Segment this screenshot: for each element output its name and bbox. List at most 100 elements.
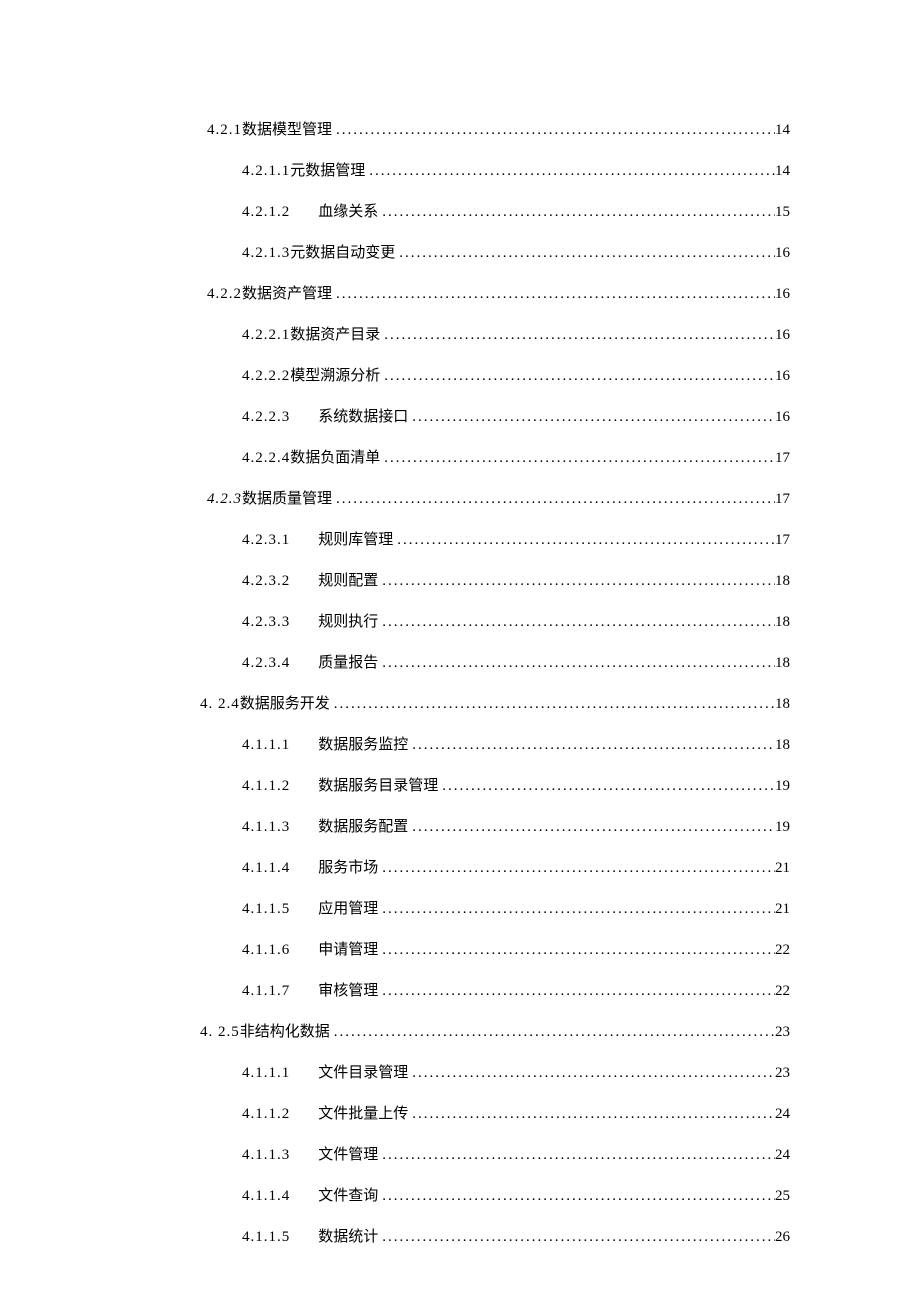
toc-page-number: 16 [775,366,790,387]
toc-entry[interactable]: 4.1.1.1文件目录管理23 [200,1063,790,1084]
toc-entry[interactable]: 4.2.2数据资产管理16 [200,284,790,305]
toc-leader-dots [378,653,775,674]
toc-leader-dots [330,1022,775,1043]
toc-page-number: 15 [775,202,790,223]
toc-leader-dots [332,120,775,141]
toc-title: 审核管理 [318,981,378,1002]
toc-leader-dots [408,1063,775,1084]
toc-entry[interactable]: 4.2.3.1规则库管理17 [200,530,790,551]
toc-number: 4.2.2.2 [242,366,290,387]
toc-leader-dots [380,325,775,346]
toc-number: 4.1.1.3 [242,1145,290,1166]
toc-leader-dots [378,940,775,961]
toc-entry[interactable]: 4.2.1数据模型管理14 [200,120,790,141]
toc-number: 4.2.3.2 [242,571,290,592]
toc-leader-dots [378,981,775,1002]
toc-number: 4.2.3.3 [242,612,290,633]
toc-entry[interactable]: 4. 2.5非结构化数据23 [200,1022,790,1043]
toc-entry[interactable]: 4.2.2.3系统数据接口16 [200,407,790,428]
toc-page-number: 18 [775,694,790,715]
toc-page-number: 22 [775,981,790,1002]
toc-page-number: 24 [775,1145,790,1166]
toc-title: 规则库管理 [318,530,393,551]
toc-entry[interactable]: 4.2.1.2血缘关系15 [200,202,790,223]
toc-title: 非结构化数据 [240,1022,330,1043]
toc-number: 4.1.1.3 [242,817,290,838]
toc-entry[interactable]: 4.1.1.6 申请管理 22 [200,940,790,961]
toc-leader-dots [378,899,775,920]
toc-number: 4.1.1.4 [242,1186,290,1207]
toc-number: 4.2.3 [207,489,242,510]
toc-leader-dots [332,284,775,305]
toc-entry[interactable]: 4.1.1.3文件管理24 [200,1145,790,1166]
toc-title: 文件目录管理 [318,1063,408,1084]
toc-page-number: 18 [775,653,790,674]
toc-title: 数据服务监控 [318,735,408,756]
toc-number: 4.2.2.3 [242,407,290,428]
toc-title: 数据统计 [318,1227,378,1248]
toc-leader-dots [408,735,775,756]
toc-page-number: 16 [775,284,790,305]
toc-page-number: 17 [775,448,790,469]
toc-page-number: 22 [775,940,790,961]
toc-title: 元数据自动变更 [290,243,395,264]
toc-number: 4.2.1.1 [242,161,290,182]
toc-leader-dots [378,202,775,223]
toc-entry[interactable]: 4.2.2.1数据资产目录16 [200,325,790,346]
toc-entry[interactable]: 4.2.3数据质量管理 17 [200,489,790,510]
toc-entry[interactable]: 4.2.2.4数据负面清单17 [200,448,790,469]
toc-page-number: 26 [775,1227,790,1248]
toc-number: 4.1.1.5 [242,1227,290,1248]
toc-title: 服务市场 [318,858,378,879]
toc-title: 质量报告 [318,653,378,674]
toc-entry[interactable]: 4.1.1.5 数据统计 26 [200,1227,790,1248]
toc-entry[interactable]: 4.1.1.3 数据服务配置 19 [200,817,790,838]
toc-number: 4.1.1.7 [242,981,290,1002]
toc-page-number: 23 [775,1022,790,1043]
toc-entry[interactable]: 4.2.1.1元数据管理14 [200,161,790,182]
toc-entry[interactable]: 4.1.1.4服务市场21 [200,858,790,879]
toc-leader-dots [378,1227,775,1248]
toc-page-number: 21 [775,858,790,879]
toc-entry[interactable]: 4.1.1.7 审核管理 22 [200,981,790,1002]
toc-entry[interactable]: 4.2.1.3元数据自动变更16 [200,243,790,264]
toc-leader-dots [408,1104,775,1125]
toc-leader-dots [378,1186,775,1207]
toc-title: 数据服务配置 [318,817,408,838]
toc-entry[interactable]: 4. 2.4数据服务开发18 [200,694,790,715]
toc-entry[interactable]: 4.2.2.2模型溯源分析 16 [200,366,790,387]
toc-number: 4.1.1.2 [242,776,290,797]
toc-number: 4.2.1 [207,120,242,141]
toc-page-number: 16 [775,243,790,264]
toc-title: 模型溯源分析 [290,366,380,387]
toc-leader-dots [365,161,775,182]
toc-title: 数据资产管理 [242,284,332,305]
toc-number: 4.1.1.1 [242,735,290,756]
toc-page-number: 18 [775,735,790,756]
toc-title: 数据质量管理 [242,489,332,510]
toc-page-number: 25 [775,1186,790,1207]
toc-title: 应用管理 [318,899,378,920]
toc-entry[interactable]: 4.1.1.2数据服务目录管理19 [200,776,790,797]
toc-entry[interactable]: 4.2.3.2规则配置18 [200,571,790,592]
toc-leader-dots [408,817,775,838]
toc-number: 4.1.1.6 [242,940,290,961]
toc-page-number: 19 [775,817,790,838]
toc-entry[interactable]: 4.2.3.4质量报告18 [200,653,790,674]
toc-title: 数据资产目录 [290,325,380,346]
toc-title: 申请管理 [318,940,378,961]
toc-entry[interactable]: 4.1.1.4文件查询25 [200,1186,790,1207]
toc-page-number: 17 [775,489,790,510]
toc-number: 4. 2.4 [200,694,240,715]
toc-entry[interactable]: 4.1.1.1 数据服务监控 18 [200,735,790,756]
toc-leader-dots [380,448,775,469]
toc-leader-dots [438,776,775,797]
toc-entry[interactable]: 4.2.3.3规则执行18 [200,612,790,633]
toc-entry[interactable]: 4.1.1.5应用管理21 [200,899,790,920]
toc-title: 血缘关系 [318,202,378,223]
toc-page-number: 17 [775,530,790,551]
toc-page-number: 18 [775,571,790,592]
toc-number: 4.2.2.4 [242,448,290,469]
toc-leader-dots [395,243,775,264]
toc-entry[interactable]: 4.1.1.2文件批量上传24 [200,1104,790,1125]
